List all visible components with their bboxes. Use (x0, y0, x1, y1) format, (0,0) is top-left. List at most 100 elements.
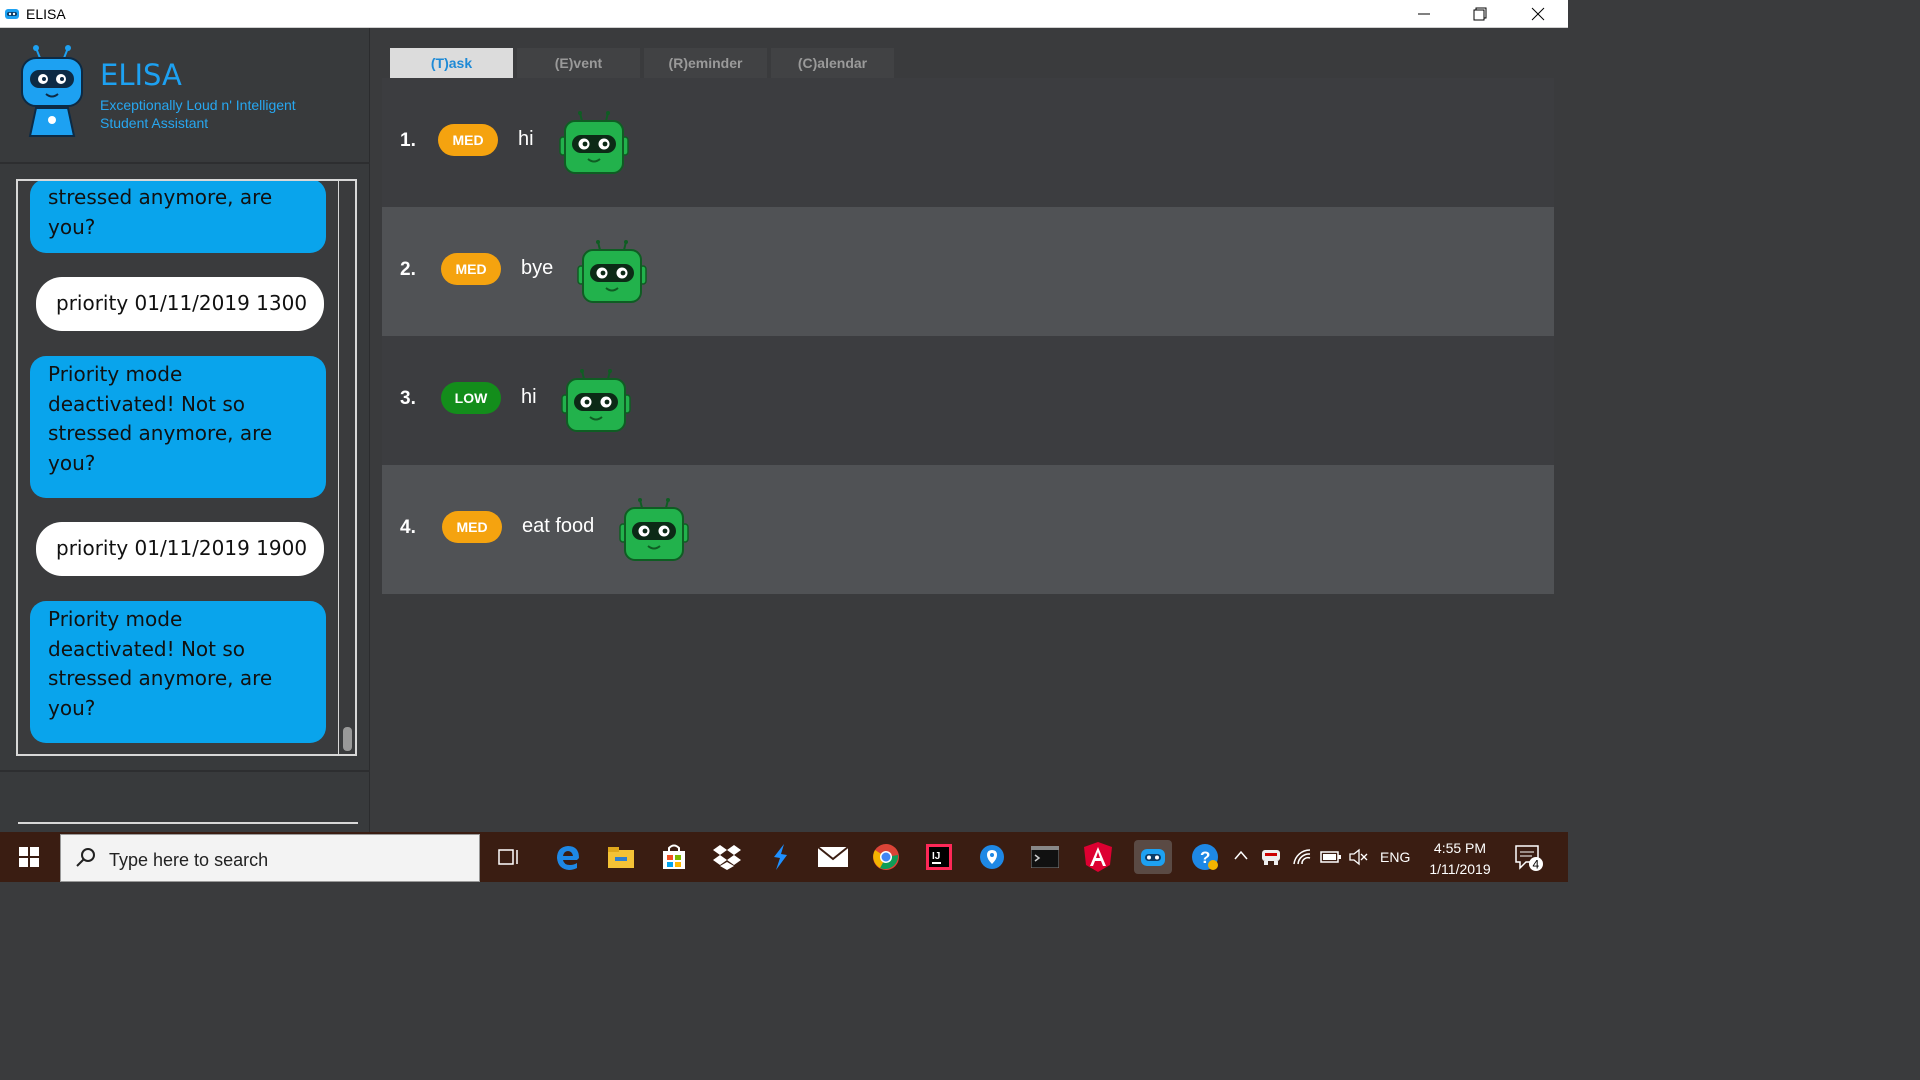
terminal-button[interactable] (1028, 840, 1062, 874)
tab-calendar[interactable]: (C)alendar (771, 48, 894, 78)
message-line: stressed anymore, are (48, 666, 273, 690)
message-line: you? (48, 450, 96, 475)
chat-history[interactable]: stressed anymore, are you? priority 01/1… (16, 179, 357, 756)
visual-studio-code-icon (774, 844, 787, 870)
scrollbar-thumb[interactable] (343, 727, 352, 751)
mail-button[interactable] (816, 840, 850, 874)
dropbox-button[interactable] (710, 840, 744, 874)
chevron-up-icon[interactable] (1234, 850, 1248, 860)
message-line: deactivated! Not so (48, 391, 246, 416)
elisa-message: Priority mode deactivated! Not so stress… (30, 601, 326, 743)
vscode-button[interactable] (763, 840, 797, 874)
task-row[interactable]: 1. MED hi (382, 78, 1554, 207)
task-view-icon (498, 849, 518, 865)
message-line: stressed anymore, are (48, 421, 273, 445)
angular-icon (1084, 842, 1112, 872)
elisa-message: Priority mode deactivated! Not so stress… (30, 356, 326, 498)
app-name: ELISA (100, 58, 182, 92)
clock-time: 4:55 PM (1433, 840, 1487, 856)
chrome-icon (873, 844, 899, 870)
maps-button[interactable] (975, 840, 1009, 874)
priority-badge: MED (442, 511, 502, 543)
help-icon: ? (1192, 844, 1218, 870)
task-index: 4. (400, 517, 416, 538)
intellij-button[interactable]: IJ (922, 840, 956, 874)
divider (0, 770, 370, 772)
maps-icon (980, 845, 1004, 869)
tab-event[interactable]: (E)vent (517, 48, 640, 78)
clock-date: 1/11/2019 (1429, 861, 1491, 877)
task-description: hi (518, 128, 534, 150)
user-message: priority 01/11/2019 1900 (36, 522, 324, 576)
store-button[interactable] (657, 840, 691, 874)
task-description: eat food (522, 515, 595, 537)
help-button[interactable]: ? (1188, 840, 1222, 874)
notification-icon: 4 (1515, 845, 1543, 872)
task-view-button[interactable] (492, 840, 526, 874)
priority-badge: MED (438, 124, 498, 156)
elisa-message: stressed anymore, are you? (30, 181, 326, 253)
command-input-underline[interactable] (18, 822, 358, 824)
vpn-icon[interactable] (1260, 848, 1282, 866)
app-tagline: Exceptionally Loud n' Intelligent Studen… (100, 96, 360, 132)
minimize-icon (1418, 13, 1430, 15)
close-icon (1531, 7, 1545, 21)
message-line: you? (48, 214, 96, 239)
maximize-button[interactable] (1452, 0, 1508, 28)
volume-muted-icon[interactable] (1348, 848, 1368, 866)
edge-button[interactable] (551, 840, 585, 874)
svg-text:IJ: IJ (932, 851, 940, 862)
robot-icon (559, 111, 629, 174)
robot-icon (561, 369, 631, 432)
app-icon (5, 9, 19, 19)
windows-icon (19, 847, 39, 867)
task-description: bye (521, 257, 554, 279)
start-button[interactable] (0, 832, 58, 882)
minimize-button[interactable] (1396, 0, 1452, 28)
action-center-button[interactable]: 4 (1514, 844, 1544, 877)
taskbar: Type here to search IJ ? ENG 4:55 PM 1/1… (0, 832, 1568, 882)
window-title: ELISA (26, 6, 66, 22)
file-explorer-button[interactable] (604, 840, 638, 874)
terminal-icon (1031, 846, 1059, 868)
message-line: Priority mode (48, 362, 183, 386)
tagline-line-1: Exceptionally Loud n' Intelligent (100, 97, 296, 113)
message-line: stressed anymore, are (48, 185, 273, 209)
task-row[interactable]: 3. LOW hi (382, 336, 1554, 465)
right-panel: (T)ask (E)vent (R)eminder (C)alendar 1. … (371, 28, 1568, 832)
task-row[interactable]: 2. MED bye (382, 207, 1554, 336)
tab-reminder[interactable]: (R)eminder (644, 48, 767, 78)
elisa-app-icon (1141, 849, 1165, 866)
message-line: Priority mode (48, 607, 183, 631)
chrome-button[interactable] (869, 840, 903, 874)
battery-icon[interactable] (1320, 850, 1342, 864)
task-row[interactable]: 4. MED eat food (382, 465, 1554, 594)
tab-task[interactable]: (T)ask (390, 48, 513, 78)
taskbar-search-input[interactable]: Type here to search (60, 834, 480, 882)
user-message: priority 01/11/2019 1300 (36, 277, 324, 331)
taskbar-clock[interactable]: 4:55 PM 1/11/2019 (1424, 838, 1496, 880)
tab-bar: (T)ask (E)vent (R)eminder (C)alendar (390, 48, 894, 78)
wifi-icon[interactable] (1292, 848, 1312, 866)
notification-count: 4 (1533, 858, 1540, 872)
priority-badge: LOW (441, 382, 501, 414)
message-line: deactivated! Not so (48, 636, 246, 661)
task-index: 2. (400, 259, 416, 280)
tagline-line-2: Student Assistant (100, 115, 209, 131)
file-explorer-icon (608, 847, 634, 868)
language-indicator[interactable]: ENG (1380, 849, 1410, 865)
chat-scrollbar[interactable] (338, 181, 352, 754)
search-placeholder: Type here to search (109, 850, 269, 870)
search-icon (76, 848, 95, 867)
task-description: hi (521, 386, 537, 408)
store-icon (663, 844, 685, 869)
message-line: you? (48, 695, 96, 720)
robot-icon (619, 498, 689, 561)
angular-button[interactable] (1081, 840, 1115, 874)
robot-icon (577, 240, 647, 303)
elisa-taskbar-button[interactable] (1134, 840, 1172, 874)
maximize-icon (1473, 7, 1487, 21)
dropbox-icon (713, 845, 741, 870)
close-button[interactable] (1510, 0, 1566, 28)
elisa-logo (21, 45, 83, 137)
